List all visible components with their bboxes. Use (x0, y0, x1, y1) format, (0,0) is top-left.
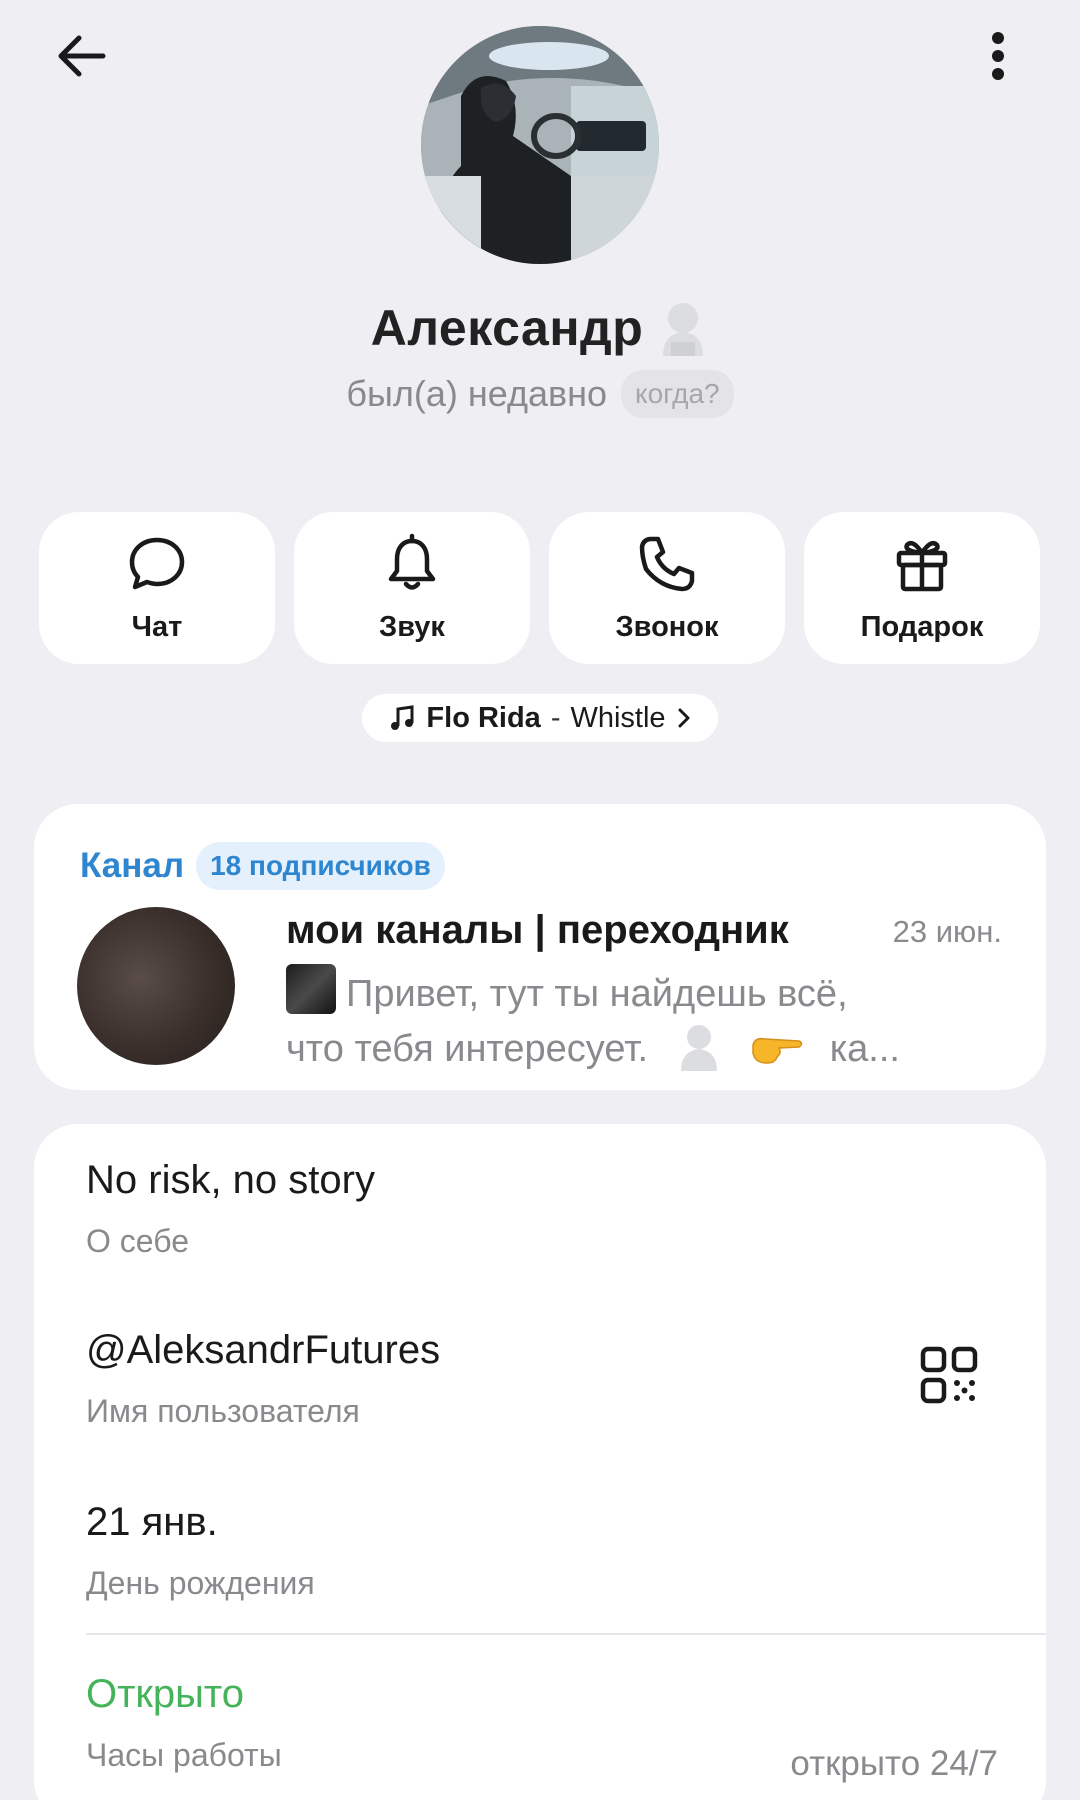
chat-label: Чат (131, 610, 183, 643)
profile-screen: Александр был(а) недавно когда? Чат Звук (0, 0, 1080, 1800)
username-item[interactable]: @AleksandrFutures Имя пользователя (86, 1328, 440, 1430)
personal-channel-card[interactable]: Канал 18 подписчиков мои каналы | перехо… (34, 804, 1046, 1090)
subscribers-badge: 18 подписчиков (196, 842, 445, 890)
gift-icon (896, 540, 948, 591)
bell-icon (388, 533, 436, 590)
username-value: @AleksandrFutures (86, 1328, 441, 1372)
music-artist: Flo Rida (426, 701, 541, 734)
qr-code-icon[interactable] (920, 1346, 978, 1404)
music-note-icon (391, 705, 414, 730)
status-row: был(а) недавно когда? (0, 370, 1080, 418)
music-separator: - (550, 701, 561, 734)
channel-title: мои каналы | переходник (286, 908, 789, 952)
channel-header: Канал 18 подписчиков (80, 842, 445, 890)
sound-button[interactable]: Звук (294, 512, 530, 664)
more-menu-button[interactable] (956, 14, 1040, 98)
profile-avatar[interactable] (421, 26, 659, 264)
last-seen-status: был(а) недавно (346, 373, 608, 414)
divider (86, 1633, 1046, 1635)
ghost-emoji-icon (680, 1025, 717, 1071)
arrow-left-icon (58, 35, 106, 77)
bio-item[interactable]: No risk, no story О себе (86, 1158, 375, 1260)
phone-icon (639, 536, 695, 591)
birthday-value: 21 янв. (86, 1500, 218, 1544)
call-label: Звонок (615, 610, 719, 643)
action-buttons: Чат Звук Звонок Подарок (39, 512, 1041, 664)
music-track: Whistle (570, 701, 666, 734)
channel-label: Канал (80, 846, 185, 885)
birthday-label: День рождения (86, 1565, 315, 1601)
bio-value: No risk, no story (86, 1158, 375, 1202)
preview-line-2: что тебя интересует. ка... (286, 1021, 966, 1076)
preview-text-3: ка... (829, 1028, 900, 1070)
profile-music-chip[interactable]: Flo Rida - Whistle (362, 694, 718, 742)
business-hours-item[interactable]: Открыто Часы работы (86, 1672, 282, 1774)
preview-text-2: что тебя интересует. (286, 1028, 649, 1070)
back-button[interactable] (40, 14, 124, 98)
gift-label: Подарок (860, 610, 984, 643)
hours-open-status: Открыто (86, 1672, 245, 1716)
preview-thumbnail (286, 964, 336, 1014)
profile-name: Александр (370, 300, 644, 356)
when-button[interactable]: когда? (621, 370, 734, 418)
birthday-item[interactable]: 21 янв. День рождения (86, 1500, 315, 1602)
gift-button[interactable]: Подарок (804, 512, 1040, 664)
username-label: Имя пользователя (86, 1393, 360, 1429)
sound-label: Звук (379, 610, 445, 643)
pointing-hand-emoji-icon (752, 1037, 803, 1064)
call-button[interactable]: Звонок (549, 512, 785, 664)
ghost-emoji-icon (663, 303, 704, 356)
hours-label: Часы работы (86, 1737, 282, 1773)
chat-button[interactable]: Чат (39, 512, 275, 664)
bio-label: О себе (86, 1223, 189, 1259)
name-row: Александр (0, 298, 1080, 358)
hours-detail: открыто 24/7 (790, 1744, 998, 1783)
profile-info-card: No risk, no story О себе @AleksandrFutur… (34, 1124, 1046, 1800)
chevron-right-icon (678, 708, 690, 728)
chat-icon (129, 537, 185, 589)
avatar-photo (421, 26, 659, 264)
channel-avatar[interactable] (77, 907, 235, 1065)
channel-preview: Привет, тут ты найдешь всё, что тебя инт… (286, 964, 966, 1076)
preview-line-1: Привет, тут ты найдешь всё, (286, 964, 966, 1021)
channel-date: 23 июн. (892, 914, 1002, 949)
more-vertical-icon (992, 32, 1004, 80)
preview-text-1: Привет, тут ты найдешь всё, (346, 973, 848, 1015)
